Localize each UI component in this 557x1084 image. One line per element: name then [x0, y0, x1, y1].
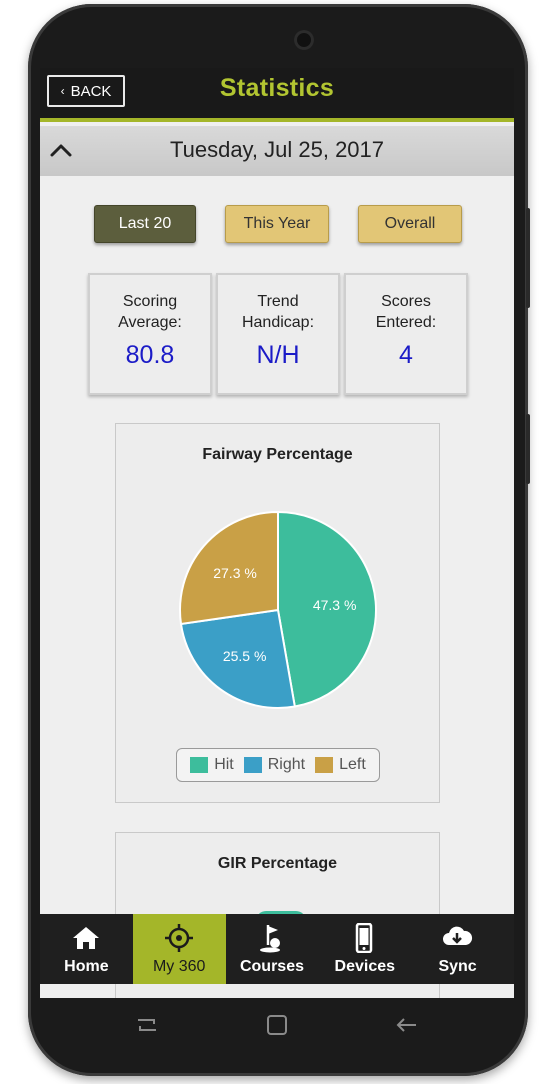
filter-this-year-button[interactable]: This Year — [225, 205, 329, 243]
cloud-download-icon — [443, 926, 473, 945]
legend-label-hit: Hit — [214, 756, 234, 773]
back-arrow-icon[interactable] — [392, 1010, 422, 1040]
legend-item-hit[interactable]: Hit — [190, 756, 234, 774]
phone-icon — [356, 923, 373, 953]
fairway-legend: Hit Right Left — [176, 748, 380, 782]
legend-item-left[interactable]: Left — [315, 756, 366, 774]
pie-label-left: 27.3 % — [213, 565, 257, 581]
scores-entered-label: Scores Entered: — [375, 293, 437, 331]
filter-last-20-button[interactable]: Last 20 — [94, 205, 196, 243]
trend-handicap-value: N/H — [256, 341, 300, 369]
home-icon — [73, 927, 99, 949]
nav-sync[interactable]: Sync — [411, 914, 504, 984]
trend-handicap-card: Trend Handicap: N/H — [216, 273, 340, 395]
date-bar: Tuesday, Jul 25, 2017 — [40, 126, 514, 176]
app-screen: ‹ BACK Statistics Tuesday, Jul 25, 2017 … — [40, 68, 514, 998]
legend-label-right: Right — [267, 756, 306, 773]
golf-flag-icon — [259, 925, 280, 953]
legend-swatch-right — [243, 757, 262, 773]
filter-overall-button[interactable]: Overall — [358, 205, 462, 243]
nav-home[interactable]: Home — [40, 914, 133, 984]
nav-my-360-label: My 360 — [152, 958, 206, 975]
scoring-average-label: Scoring Average: — [118, 293, 182, 331]
trend-handicap-label: Trend Handicap: — [241, 293, 315, 331]
system-nav-bar — [40, 988, 514, 1064]
nav-home-label: Home — [64, 958, 109, 975]
scores-entered-value: 4 — [399, 341, 413, 369]
scores-entered-card: Scores Entered: 4 — [344, 273, 468, 395]
fairway-chart-card: Fairway Percentage 47.3 % 25.5 % 27.3 % Hi… — [115, 423, 440, 803]
front-camera — [294, 30, 314, 50]
legend-item-right[interactable]: Right — [243, 756, 306, 774]
nav-sync-label: Sync — [438, 958, 477, 975]
gir-chart-title: GIR Percentage — [217, 855, 338, 872]
scoring-average-card: Scoring Average: 80.8 — [88, 273, 212, 395]
pie-label-hit: 47.3 % — [313, 597, 357, 613]
legend-label-left: Left — [339, 756, 366, 773]
date-text: Tuesday, Jul 25, 2017 — [169, 137, 385, 162]
nav-courses-label: Courses — [239, 958, 304, 975]
fairway-pie-chart: 47.3 % 25.5 % 27.3 % — [179, 510, 378, 709]
scoring-average-value: 80.8 — [125, 341, 175, 369]
page-title: Statistics — [219, 74, 335, 102]
nav-courses[interactable]: Courses — [226, 914, 319, 984]
home-button-icon[interactable] — [262, 1010, 292, 1040]
nav-my-360[interactable]: My 360 — [132, 914, 226, 984]
legend-swatch-left — [315, 757, 334, 773]
power-button — [526, 414, 530, 484]
legend-swatch-hit — [190, 757, 209, 773]
nav-devices-label: Devices — [334, 958, 396, 975]
nav-devices[interactable]: Devices — [318, 914, 411, 984]
pie-label-right: 25.5 % — [223, 648, 267, 664]
crosshair-icon — [164, 924, 193, 952]
bottom-nav: Home My 360 Courses Devices Sync — [40, 914, 514, 984]
volume-button — [526, 208, 530, 308]
top-bar: ‹ BACK Statistics — [40, 68, 514, 122]
recent-apps-icon[interactable] — [132, 1010, 162, 1040]
